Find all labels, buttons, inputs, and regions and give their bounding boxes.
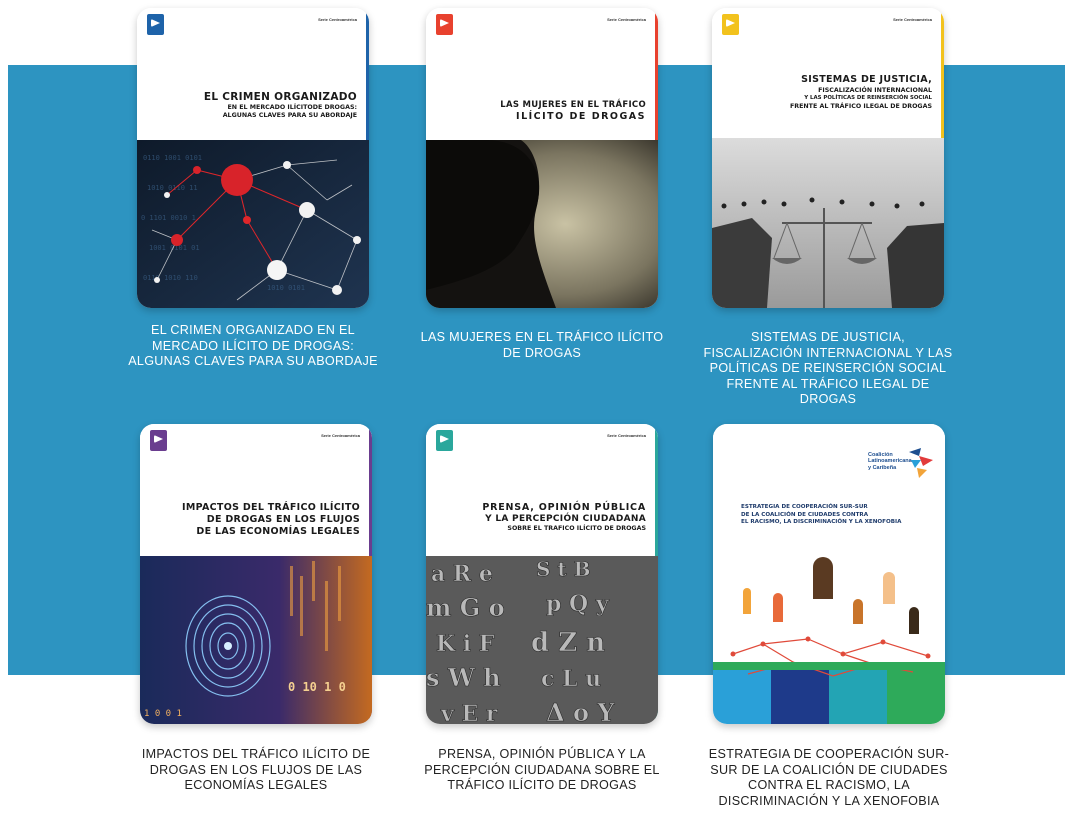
cover-title: LAS MUJERES EN EL TRÁFICO ILÍCITO DE DRO…	[500, 100, 646, 123]
cover-title-line: ESTRATEGIA DE COOPERACIÓN SUR-SUR	[741, 504, 868, 510]
cover-title-line: Y LA PERCEPCIÓN CIUDADANA	[485, 513, 646, 524]
svg-text:s W h: s W h	[426, 663, 501, 692]
justice-scale-cover-image	[712, 138, 944, 308]
flacso-logo-icon	[147, 14, 164, 35]
flacso-logo-icon	[436, 14, 453, 35]
cover-header: Serie Centroamérica IMPACTOS DEL TRÁFICO…	[140, 424, 372, 556]
publication-cover-sistemas-justicia[interactable]: Serie Centroamérica SISTEMAS DE JUSTICIA…	[712, 8, 944, 308]
publication-caption[interactable]: SISTEMAS DE JUSTICIA, FISCALIZACIÓN INTE…	[703, 330, 953, 408]
network-cover-image: 0110 1001 0101 1010 0110 11 0 1101 0010 1…	[137, 140, 369, 308]
cover-series-label: Serie Centroamérica	[607, 17, 646, 22]
woman-silhouette-cover-image	[426, 140, 658, 308]
svg-text:v E r: v E r	[440, 701, 498, 724]
svg-text:0 1101 0010 1: 0 1101 0010 1	[141, 214, 196, 222]
cover-title-line: SOBRE EL TRAFICO ILÍCITO DE DROGAS	[507, 525, 646, 533]
svg-text:0110 1010 110: 0110 1010 110	[143, 274, 198, 282]
cover-title: SISTEMAS DE JUSTICIA, FISCALIZACIÓN INTE…	[790, 74, 932, 111]
flacso-logo-icon	[150, 430, 167, 451]
cover-title-line: EL CRIMEN ORGANIZADO	[203, 91, 357, 103]
svg-text:m G o: m G o	[426, 593, 505, 622]
raised-hands-cover-image	[713, 544, 945, 724]
publication-cover-prensa-opinion[interactable]: Serie Centroamérica PRENSA, OPINIÓN PÚBL…	[426, 424, 658, 724]
cover-title: PRENSA, OPINIÓN PÚBLICA Y LA PERCEPCIÓN …	[482, 502, 646, 533]
cover-series-label: Serie Centroamérica	[321, 433, 360, 438]
cover-header: Serie Centroamérica EL CRIMEN ORGANIZADO…	[137, 8, 369, 140]
publication-caption[interactable]: PRENSA, OPINIÓN PÚBLICA Y LA PERCEPCIÓN …	[417, 747, 667, 794]
flacso-logo-icon	[436, 430, 453, 451]
cover-series-label: Serie Centroamérica	[318, 17, 357, 22]
svg-text:a R e: a R e	[431, 561, 493, 587]
svg-text:c L u: c L u	[541, 666, 601, 692]
svg-text:Δ o Y: Δ o Y	[546, 698, 615, 724]
cover-title-line: EN EL MERCADO ILÍCITODE DROGAS:	[227, 104, 357, 112]
publication-cover-impactos-trafico[interactable]: Serie Centroamérica IMPACTOS DEL TRÁFICO…	[140, 424, 372, 724]
svg-text:d Z n: d Z n	[531, 628, 605, 658]
svg-text:1010 0101: 1010 0101	[267, 284, 305, 292]
svg-text:K i F: K i F	[436, 631, 495, 657]
type-letters-cover-image: a R e S t B m G o p Q y K i F d Z n s W h c …	[426, 556, 658, 724]
cover-title-line: FRENTE AL TRÁFICO ILEGAL DE DROGAS	[789, 102, 932, 110]
cover-title-line: ALGUNAS CLAVES PARA SU ABORDAJE	[222, 111, 357, 119]
cover-title: IMPACTOS DEL TRÁFICO ILÍCITO DE DROGAS E…	[182, 502, 360, 538]
cover-title-line: ILÍCITO DE DROGAS	[516, 110, 646, 122]
cover-title-line: EL RACISMO, LA DISCRIMINACIÓN Y LA XENOF…	[741, 519, 902, 526]
publication-caption[interactable]: LAS MUJERES EN EL TRÁFICO ILÍCITO DE DRO…	[417, 330, 667, 361]
cover-title-line: SISTEMAS DE JUSTICIA,	[801, 74, 932, 85]
cover-title-line: PRENSA, OPINIÓN PÚBLICA	[482, 502, 646, 513]
svg-text:p Q y: p Q y	[546, 591, 610, 617]
publication-caption[interactable]: EL CRIMEN ORGANIZADO EN EL MERCADO ILÍCI…	[128, 323, 378, 370]
svg-text:1 0 0 1: 1 0 0 1	[144, 709, 182, 719]
cover-title-line: LAS MUJERES EN EL TRÁFICO	[500, 100, 646, 110]
cover-header: Serie Centroamérica LAS MUJERES EN EL TR…	[426, 8, 658, 140]
cover-title-line: Y LAS POLÍTICAS DE REINSERCIÓN SOCIAL	[804, 95, 932, 102]
cover-series-label: Serie Centroamérica	[607, 433, 646, 438]
cover-title-line: DE LAS ECONOMÍAS LEGALES	[196, 525, 360, 537]
cover-title-line: IMPACTOS DEL TRÁFICO ILÍCITO	[182, 502, 360, 513]
publication-cover-estrategia-cooperacion[interactable]: Coalición Latinoamericana y Caribeña EST…	[713, 424, 945, 724]
cover-title: EL CRIMEN ORGANIZADO EN EL MERCADO ILÍCI…	[204, 91, 357, 120]
cover-title-line: DE DROGAS EN LOS FLUJOS	[206, 513, 360, 525]
cover-series-label: Serie Centroamérica	[893, 17, 932, 22]
flacso-logo-icon	[722, 14, 739, 35]
binary-digits: 0 10 1 0	[288, 680, 346, 694]
fingerprint-cover-image: 0 10 1 0 1 0 0 1	[140, 556, 372, 724]
cover-title: ESTRATEGIA DE COOPERACIÓN SUR-SUR DE LA …	[741, 504, 901, 527]
publication-cover-crimen-organizado[interactable]: Serie Centroamérica EL CRIMEN ORGANIZADO…	[137, 8, 369, 308]
cover-header: Serie Centroamérica PRENSA, OPINIÓN PÚBL…	[426, 424, 658, 556]
publication-caption[interactable]: IMPACTOS DEL TRÁFICO ILÍCITO DE DROGAS E…	[131, 747, 381, 794]
svg-text:S t B: S t B	[536, 557, 591, 581]
publication-caption[interactable]: ESTRATEGIA DE COOPERACIÓN SUR-SUR DE LA …	[704, 747, 954, 809]
coalition-emblem-icon	[909, 448, 933, 478]
cover-title-line: DE LA COALICIÓN DE CIUDADES CONTRA	[741, 511, 869, 518]
svg-text:0110 1001 0101: 0110 1001 0101	[143, 154, 202, 162]
publication-cover-mujeres-trafico[interactable]: Serie Centroamérica LAS MUJERES EN EL TR…	[426, 8, 658, 308]
cover-header: Serie Centroamérica SISTEMAS DE JUSTICIA…	[712, 8, 944, 138]
